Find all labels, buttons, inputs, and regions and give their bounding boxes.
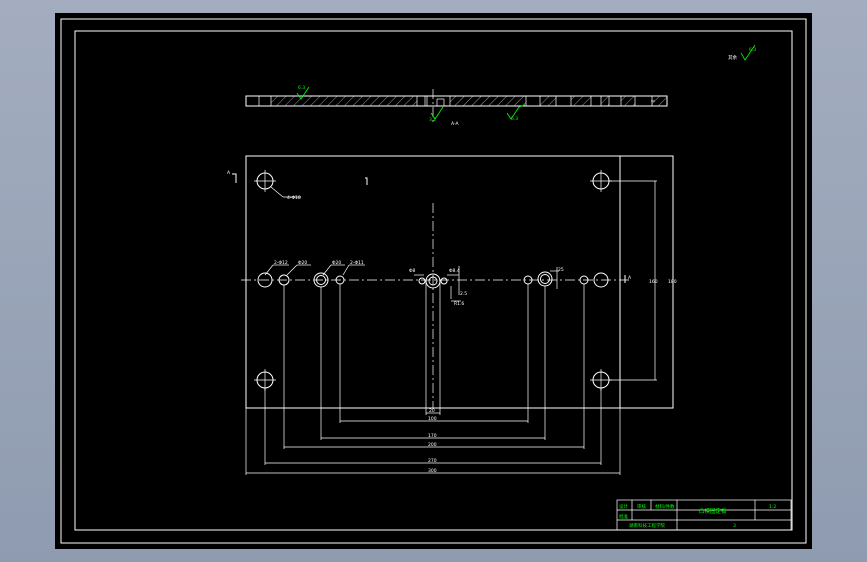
drawing-annotation-text: 4-Φ18 bbox=[287, 195, 301, 201]
drawing-annotation-text: Φ20 bbox=[298, 260, 307, 266]
drawing-annotation-text: 审核 bbox=[637, 503, 646, 510]
drawing-annotation-text: Φ20 bbox=[332, 260, 341, 266]
drawing-annotation-text: A bbox=[628, 275, 632, 281]
drawing-annotation-text: 材料/件数 bbox=[655, 503, 675, 510]
drawing-annotation-text: 1:2 bbox=[769, 504, 776, 510]
drawing-annotation-text: Φ8.4 bbox=[449, 268, 460, 274]
drawing-annotation-text: 100 bbox=[428, 416, 437, 422]
drawing-annotation-text: A bbox=[227, 170, 231, 176]
outer-border bbox=[60, 18, 807, 544]
drawing-annotation-text: 3 bbox=[733, 523, 736, 529]
drawing-annotation-text: 3.2 bbox=[429, 117, 436, 123]
drawing-annotation-text: 2-Φ11 bbox=[350, 260, 364, 266]
drawing-annotation-text: 其余 bbox=[728, 54, 737, 61]
plan-view: 20 100 170 200 270 300 160 180 4-Φ18 2-Φ… bbox=[227, 155, 677, 475]
drawing-annotation-text: 6.3 bbox=[298, 85, 305, 91]
drawing-annotation-text: 湖南科技工程学院 bbox=[629, 522, 665, 529]
drawing-annotation-text: A-A bbox=[451, 121, 460, 127]
drawing-canvas: 6.3 其余 6.3 3.2 6.3 A-A 20 100 170 200 27… bbox=[60, 18, 807, 544]
drawing-annotation-text: 20 bbox=[429, 408, 435, 414]
drawing-annotation-text: 170 bbox=[428, 433, 437, 439]
drawing-annotation-text: 2-Φ12 bbox=[274, 260, 288, 266]
drawing-annotation-text: 设计 bbox=[619, 503, 628, 510]
section-view: 6.3 3.2 6.3 A-A bbox=[245, 85, 668, 127]
drawing-annotation-text: 270 bbox=[428, 458, 437, 464]
drawing-annotation-text: 批准 bbox=[619, 513, 628, 520]
drawing-annotation-text: 6.3 bbox=[511, 116, 518, 122]
drawing-sheet[interactable]: 6.3 其余 6.3 3.2 6.3 A-A 20 100 170 200 27… bbox=[55, 13, 812, 549]
drawing-annotation-text: 凸模固定板 bbox=[699, 507, 727, 515]
cad-viewport[interactable]: 6.3 其余 6.3 3.2 6.3 A-A 20 100 170 200 27… bbox=[0, 0, 867, 562]
drawing-annotation-text: 2.5 bbox=[460, 291, 467, 297]
drawing-annotation-text: 6.3 bbox=[749, 47, 756, 53]
drawing-annotation-text: 300 bbox=[428, 468, 437, 474]
drawing-annotation-text: 25 bbox=[558, 267, 564, 273]
drawing-annotation-text: 160 bbox=[649, 279, 658, 285]
drawing-annotation-text: Φ8 bbox=[409, 268, 416, 274]
drawing-annotation-text: R1.6 bbox=[454, 301, 464, 307]
general-roughness-symbol: 6.3 其余 bbox=[728, 44, 756, 61]
drawing-annotation-text: 200 bbox=[428, 442, 437, 448]
drawing-annotation-text: 180 bbox=[668, 279, 677, 285]
